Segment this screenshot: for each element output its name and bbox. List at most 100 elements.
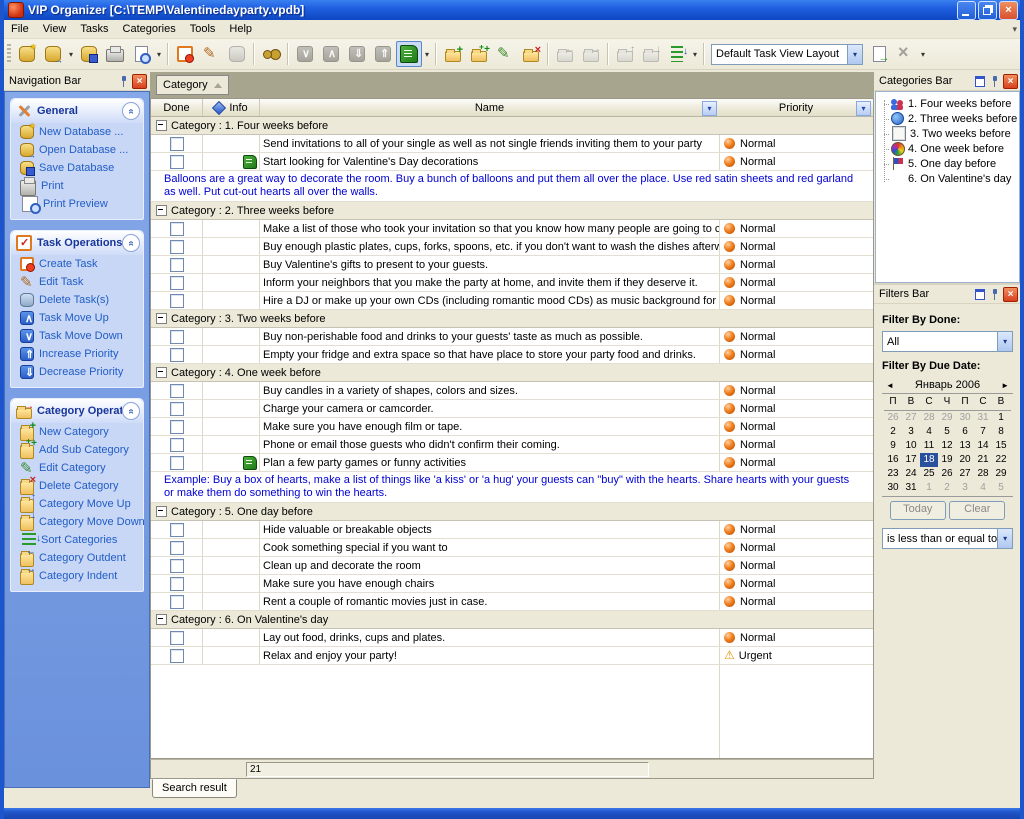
- nav-item-open-database[interactable]: Open Database ...: [11, 141, 143, 159]
- category-group-header[interactable]: Category : 4. One week before: [151, 364, 873, 382]
- calendar-day[interactable]: 6: [956, 425, 974, 439]
- task-checkbox[interactable]: [170, 222, 184, 236]
- calendar-day[interactable]: 28: [920, 411, 938, 425]
- create-task-button[interactable]: [172, 41, 198, 67]
- new-database-button[interactable]: [14, 41, 40, 67]
- task-checkbox[interactable]: [170, 258, 184, 272]
- find-button[interactable]: [258, 41, 284, 67]
- task-checkbox[interactable]: [170, 276, 184, 290]
- task-row[interactable]: Send invitations to all of your single a…: [151, 135, 873, 153]
- nav-item-task-move-up[interactable]: Task Move Up: [11, 309, 143, 327]
- calendar-day[interactable]: 31: [974, 411, 992, 425]
- calendar-day[interactable]: 20: [956, 453, 974, 467]
- print-preview-button[interactable]: [128, 41, 154, 67]
- float-icon[interactable]: [973, 75, 986, 88]
- collapse-box-icon[interactable]: [156, 205, 167, 216]
- calendar-day[interactable]: 22: [992, 453, 1010, 467]
- close-icon[interactable]: ×: [1003, 74, 1018, 89]
- calendar-day[interactable]: 27: [902, 411, 920, 425]
- toolbar-grip[interactable]: [7, 44, 11, 64]
- task-row[interactable]: Phone or email those guests who didn't c…: [151, 436, 873, 454]
- task-row[interactable]: Plan a few party games or funny activiti…: [151, 454, 873, 472]
- calendar-day[interactable]: 24: [902, 467, 920, 481]
- nav-item-category-move-down[interactable]: Category Move Down: [11, 513, 143, 531]
- calendar-day[interactable]: 7: [974, 425, 992, 439]
- nav-section-header[interactable]: Task Operations»: [11, 231, 143, 255]
- float-icon[interactable]: [973, 288, 986, 301]
- sort-categories-button[interactable]: [664, 41, 690, 67]
- edit-category-button[interactable]: [492, 41, 518, 67]
- category-tree-item-2[interactable]: 2. Three weeks before: [876, 111, 1019, 126]
- calendar-day[interactable]: 16: [884, 453, 902, 467]
- column-header-name[interactable]: Name ▾: [260, 99, 719, 116]
- calendar-day[interactable]: 26: [884, 411, 902, 425]
- due-date-condition-select[interactable]: is less than or equal to ▾: [882, 528, 1013, 549]
- task-row[interactable]: Buy candles in a variety of shapes, colo…: [151, 382, 873, 400]
- collapse-box-icon[interactable]: [156, 506, 167, 517]
- nav-item-delete-task-s[interactable]: Delete Task(s): [11, 291, 143, 309]
- task-checkbox[interactable]: [170, 523, 184, 537]
- tab-search-result[interactable]: Search result: [152, 779, 237, 798]
- task-checkbox[interactable]: [170, 649, 184, 663]
- notes-view-button[interactable]: [396, 41, 422, 67]
- task-row[interactable]: Inform your neighbors that you make the …: [151, 274, 873, 292]
- minimize-button[interactable]: [957, 1, 976, 20]
- calendar-day[interactable]: 14: [974, 439, 992, 453]
- menubar-overflow-chevron[interactable]: ▾: [1012, 24, 1017, 35]
- collapse-box-icon[interactable]: [156, 313, 167, 324]
- calendar-day[interactable]: 8: [992, 425, 1010, 439]
- calendar-day[interactable]: 5: [992, 481, 1010, 495]
- menu-tools[interactable]: Tools: [183, 21, 223, 37]
- nav-item-category-indent[interactable]: Category Indent: [11, 567, 143, 585]
- nav-item-edit-task[interactable]: Edit Task: [11, 273, 143, 291]
- today-button[interactable]: Today: [890, 501, 946, 520]
- nav-item-task-move-down[interactable]: Task Move Down: [11, 327, 143, 345]
- column-header-done[interactable]: Done: [151, 99, 203, 116]
- calendar-day[interactable]: 10: [902, 439, 920, 453]
- task-checkbox[interactable]: [170, 155, 184, 169]
- nav-section-header[interactable]: General»: [11, 99, 143, 123]
- calendar-day[interactable]: 27: [956, 467, 974, 481]
- calendar-day[interactable]: 1: [920, 481, 938, 495]
- new-category-button[interactable]: [440, 41, 466, 67]
- nav-item-decrease-priority[interactable]: Decrease Priority: [11, 363, 143, 381]
- calendar-day[interactable]: 2: [884, 425, 902, 439]
- category-tree-item-6[interactable]: 6. On Valentine's day: [876, 171, 1019, 186]
- collapse-chevron-icon[interactable]: »: [122, 402, 140, 420]
- task-checkbox[interactable]: [170, 330, 184, 344]
- close-button[interactable]: ×: [999, 1, 1018, 20]
- calendar-day[interactable]: 4: [920, 425, 938, 439]
- clear-button[interactable]: Clear: [949, 501, 1005, 520]
- nav-item-print-preview[interactable]: Print Preview: [11, 195, 143, 213]
- category-tree-item-5[interactable]: 5. One day before: [876, 156, 1019, 171]
- task-checkbox[interactable]: [170, 595, 184, 609]
- delete-layout-button-dropdown[interactable]: ▾: [918, 42, 928, 66]
- category-tree-item-4[interactable]: 4. One week before: [876, 141, 1019, 156]
- calendar-day[interactable]: 1: [992, 411, 1010, 425]
- apply-layout-button[interactable]: [866, 41, 892, 67]
- category-group-header[interactable]: Category : 2. Three weeks before: [151, 202, 873, 220]
- task-row[interactable]: Buy enough plastic plates, cups, forks, …: [151, 238, 873, 256]
- task-checkbox[interactable]: [170, 137, 184, 151]
- task-checkbox[interactable]: [170, 348, 184, 362]
- category-tree-item-3[interactable]: 3. Two weeks before: [876, 126, 1019, 141]
- task-checkbox[interactable]: [170, 577, 184, 591]
- calendar-day[interactable]: 11: [920, 439, 938, 453]
- collapse-box-icon[interactable]: [156, 120, 167, 131]
- open-database-button-dropdown[interactable]: ▾: [66, 42, 76, 66]
- calendar-day[interactable]: 2: [938, 481, 956, 495]
- category-group-header[interactable]: Category : 6. On Valentine's day: [151, 611, 873, 629]
- calendar-day[interactable]: 29: [992, 467, 1010, 481]
- nav-item-print[interactable]: Print: [11, 177, 143, 195]
- dropdown-arrow-icon[interactable]: ▾: [997, 529, 1012, 548]
- calendar-day[interactable]: 9: [884, 439, 902, 453]
- menu-view[interactable]: View: [36, 21, 74, 37]
- pin-icon[interactable]: [117, 75, 130, 88]
- task-checkbox[interactable]: [170, 420, 184, 434]
- calendar-day[interactable]: 5: [938, 425, 956, 439]
- collapse-chevron-icon[interactable]: »: [122, 234, 140, 252]
- calendar-day[interactable]: 28: [974, 467, 992, 481]
- calendar-prev-month-arrow[interactable]: ◄: [882, 381, 898, 390]
- calendar-day[interactable]: 3: [902, 425, 920, 439]
- task-checkbox[interactable]: [170, 240, 184, 254]
